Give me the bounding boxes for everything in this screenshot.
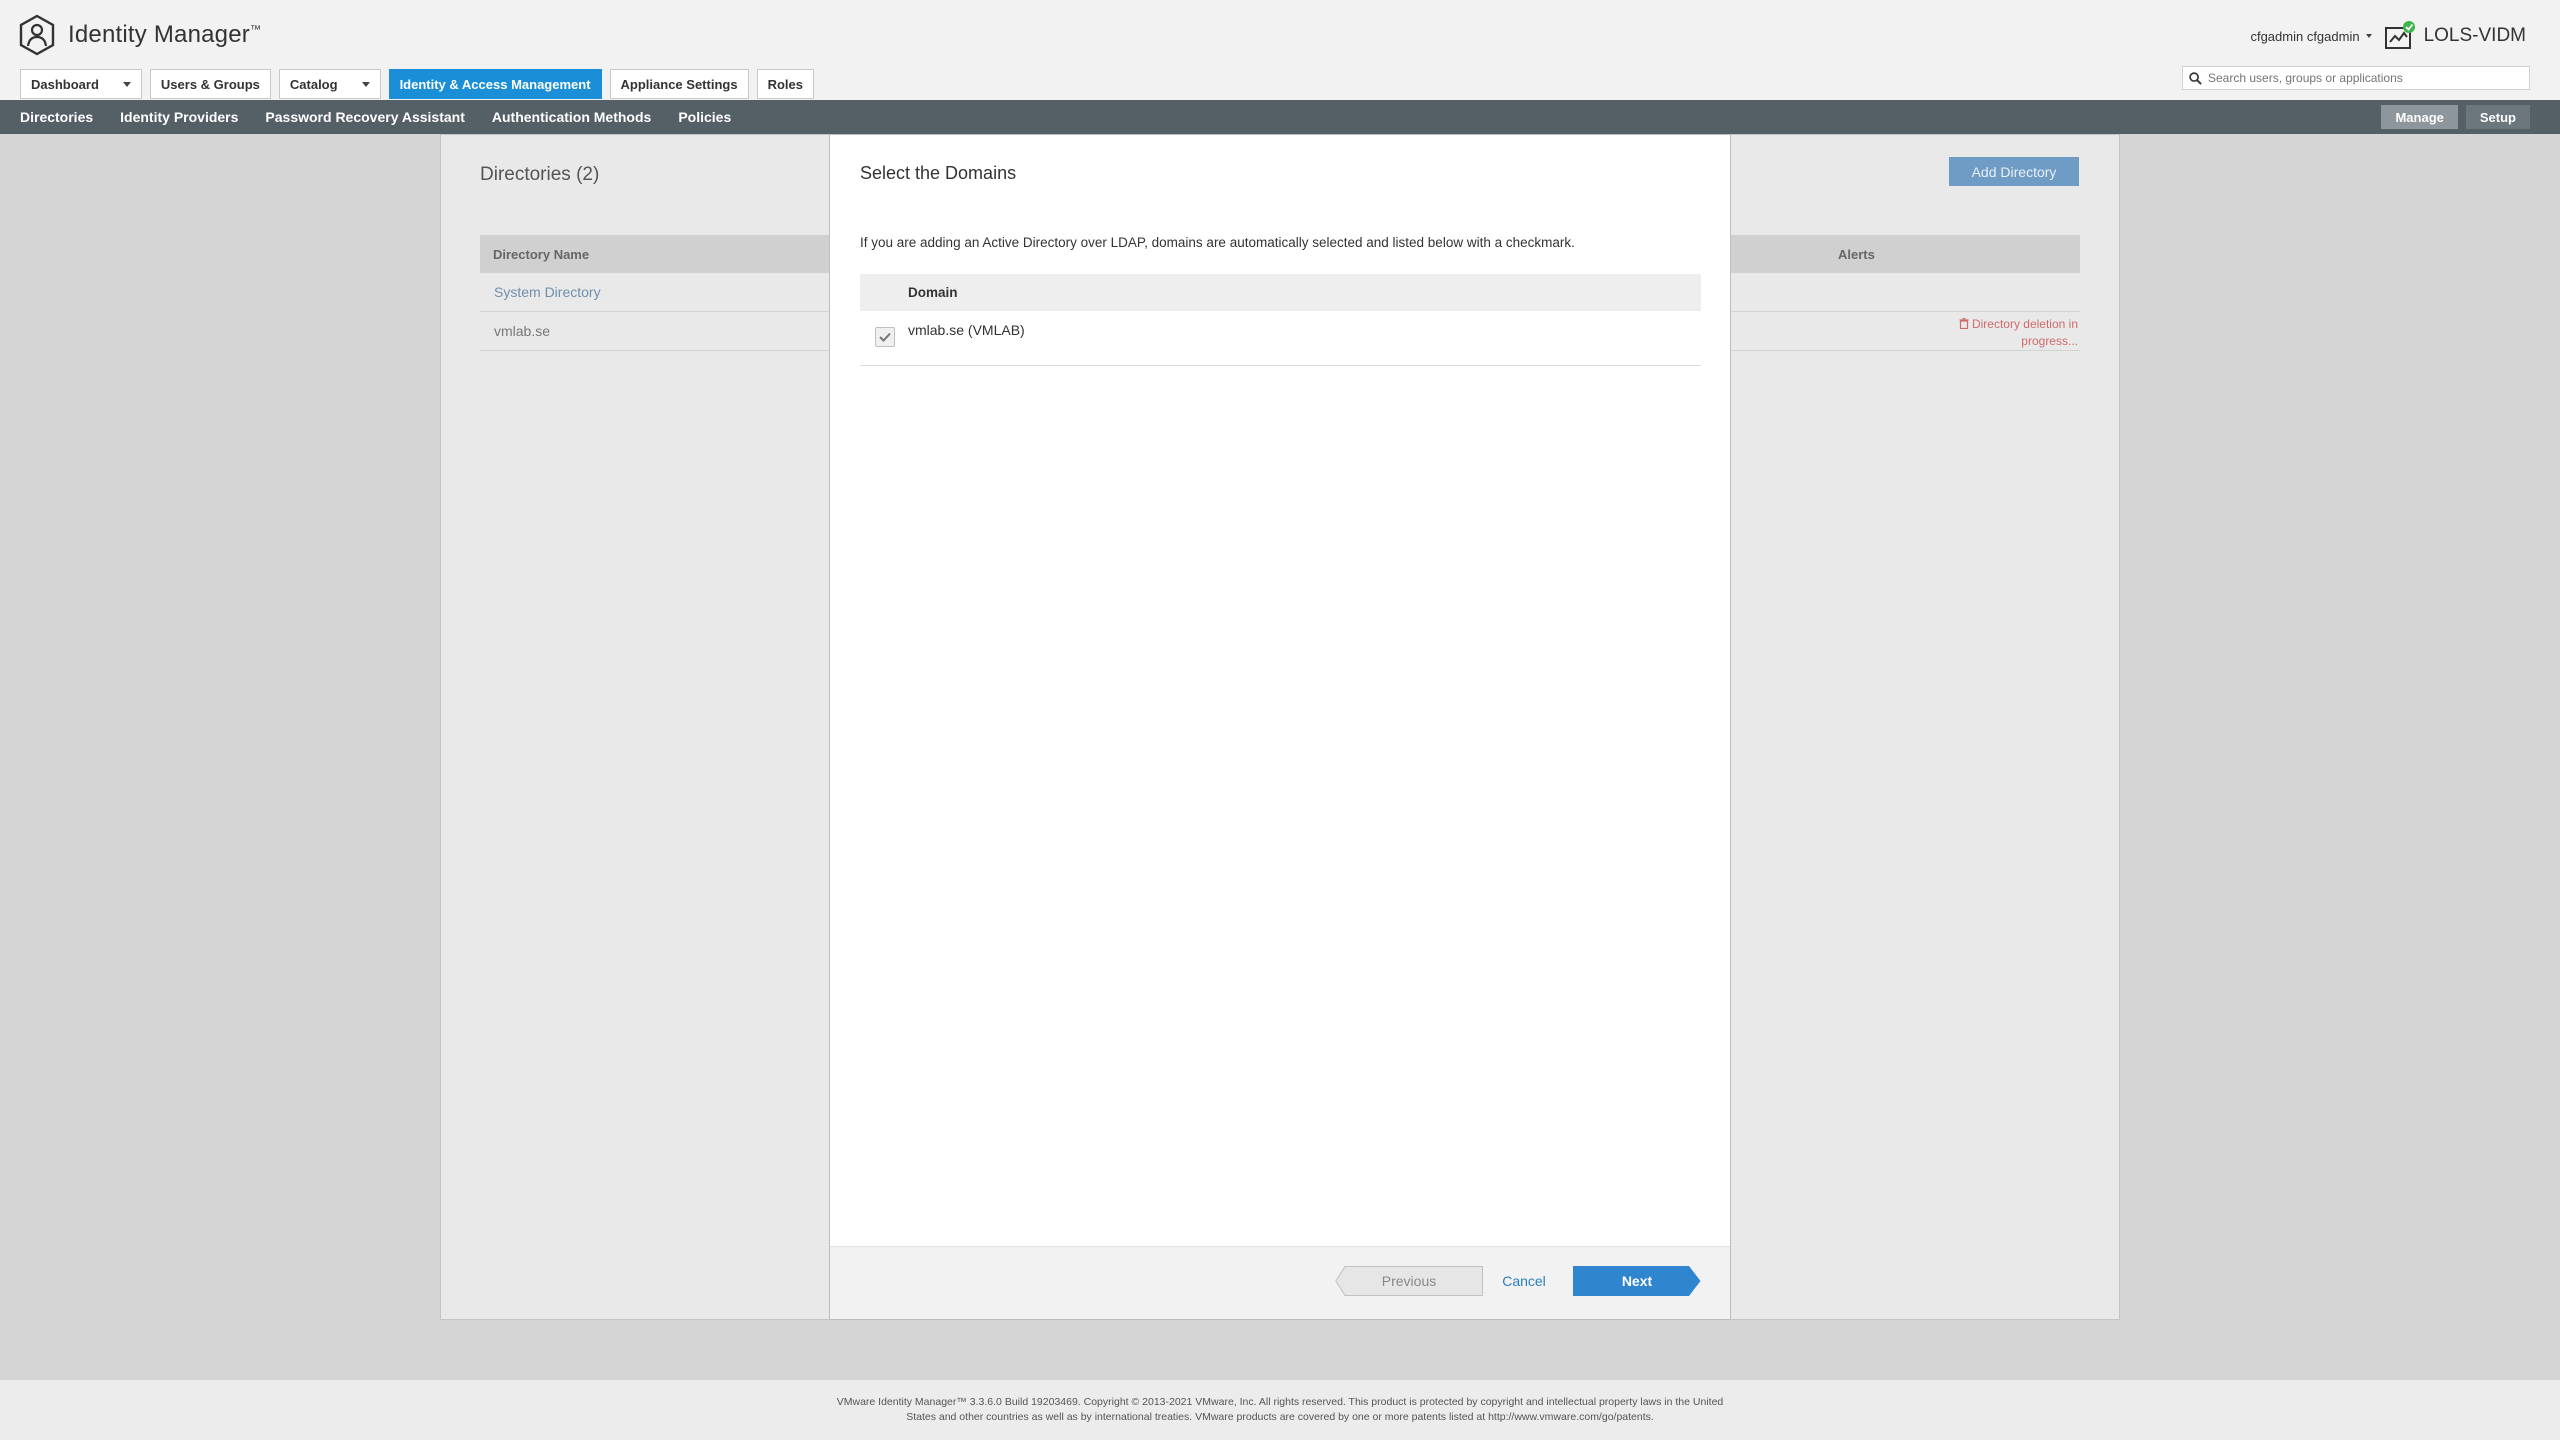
chevron-down-icon [122, 81, 131, 87]
tenant-indicator[interactable]: LOLS-VIDM [2384, 20, 2526, 52]
app-title: Identity Manager™ [68, 21, 262, 48]
footer-copyright-line2: States and other countries as well as by… [906, 1411, 1654, 1423]
global-search [2182, 66, 2530, 90]
tenant-name: LOLS-VIDM [2423, 25, 2526, 46]
search-input[interactable] [2208, 71, 2518, 85]
user-area: cfgadmin cfgadmin LOLS-VIDM [2250, 20, 2526, 52]
column-alerts[interactable]: Alerts [1838, 247, 1875, 262]
directory-link[interactable]: System Directory [494, 284, 601, 300]
dialog-footer: Previous Cancel Next [830, 1246, 1730, 1319]
tab-dashboard[interactable]: Dashboard [20, 69, 142, 99]
table-header: Domain [860, 274, 1701, 311]
previous-label: Previous [1381, 1273, 1437, 1289]
tab-label: Dashboard [31, 76, 99, 92]
manage-button[interactable]: Manage [2381, 105, 2458, 129]
column-domain: Domain [908, 285, 958, 300]
subnav-identity-providers[interactable]: Identity Providers [120, 109, 238, 125]
subnav-policies[interactable]: Policies [678, 109, 731, 125]
subnav-authentication-methods[interactable]: Authentication Methods [492, 109, 651, 125]
chevron-down-icon [2365, 34, 2372, 38]
domain-table: Domain vmlab.se (VMLAB) [860, 274, 1701, 366]
main-tabs: Dashboard Users & Groups Catalog Identit… [20, 69, 814, 99]
tab-appliance-settings[interactable]: Appliance Settings [609, 69, 749, 99]
checkmark-icon [879, 332, 891, 342]
tab-label: Roles [767, 76, 803, 92]
directory-name: vmlab.se [494, 323, 551, 339]
tab-roles[interactable]: Roles [756, 69, 814, 99]
domain-name: vmlab.se (VMLAB) [908, 322, 1025, 338]
subnav-password-recovery-assistant[interactable]: Password Recovery Assistant [265, 109, 464, 125]
add-directory-button[interactable]: Add Directory [1949, 157, 2079, 186]
alert-message: Directory deletion in progress... [1971, 317, 2078, 348]
tab-label: Appliance Settings [620, 76, 738, 92]
setup-button[interactable]: Setup [2465, 105, 2530, 129]
tenant-status-icon [2384, 21, 2415, 49]
user-name: cfgadmin cfgadmin [2250, 28, 2360, 44]
cancel-button[interactable]: Cancel [1496, 1266, 1552, 1296]
top-header: Identity Manager™ Dashboard Users & Grou… [0, 0, 2560, 100]
subnav-directories[interactable]: Directories [20, 109, 93, 125]
page-footer: VMware Identity Manager™ 3.3.6.0 Build 1… [0, 1380, 2560, 1440]
next-button[interactable]: Next [1573, 1266, 1701, 1296]
tab-identity-access-management[interactable]: Identity & Access Management [388, 69, 602, 99]
tab-users-groups[interactable]: Users & Groups [149, 69, 271, 99]
trash-icon [1959, 318, 1969, 330]
select-domains-dialog: Select the Domains If you are adding an … [829, 134, 1731, 1320]
tab-label: Identity & Access Management [399, 76, 591, 92]
sub-navigation: Directories Identity Providers Password … [0, 100, 2560, 134]
search-icon [2189, 71, 2202, 85]
next-label: Next [1621, 1273, 1653, 1289]
footer-copyright-line1: VMware Identity Manager™ 3.3.6.0 Build 1… [836, 1396, 1724, 1408]
dialog-title: Select the Domains [860, 163, 1017, 183]
page-title: Directories (2) [480, 164, 600, 185]
tab-label: Users & Groups [160, 76, 260, 92]
app-logo-icon [19, 14, 55, 56]
tab-catalog[interactable]: Catalog [278, 69, 381, 99]
column-directory-name[interactable]: Directory Name [493, 247, 589, 262]
dialog-description: If you are adding an Active Directory ov… [860, 235, 1575, 250]
previous-button[interactable]: Previous [1335, 1266, 1483, 1296]
directory-alert: Directory deletion in progress... [1938, 316, 2078, 350]
table-row: vmlab.se (VMLAB) [860, 311, 1701, 366]
app-logo[interactable]: Identity Manager™ [18, 14, 261, 56]
chevron-down-icon [361, 81, 370, 87]
domain-checkbox[interactable] [875, 327, 895, 347]
user-menu[interactable]: cfgadmin cfgadmin [2250, 28, 2372, 44]
tab-label: Catalog [289, 76, 338, 92]
